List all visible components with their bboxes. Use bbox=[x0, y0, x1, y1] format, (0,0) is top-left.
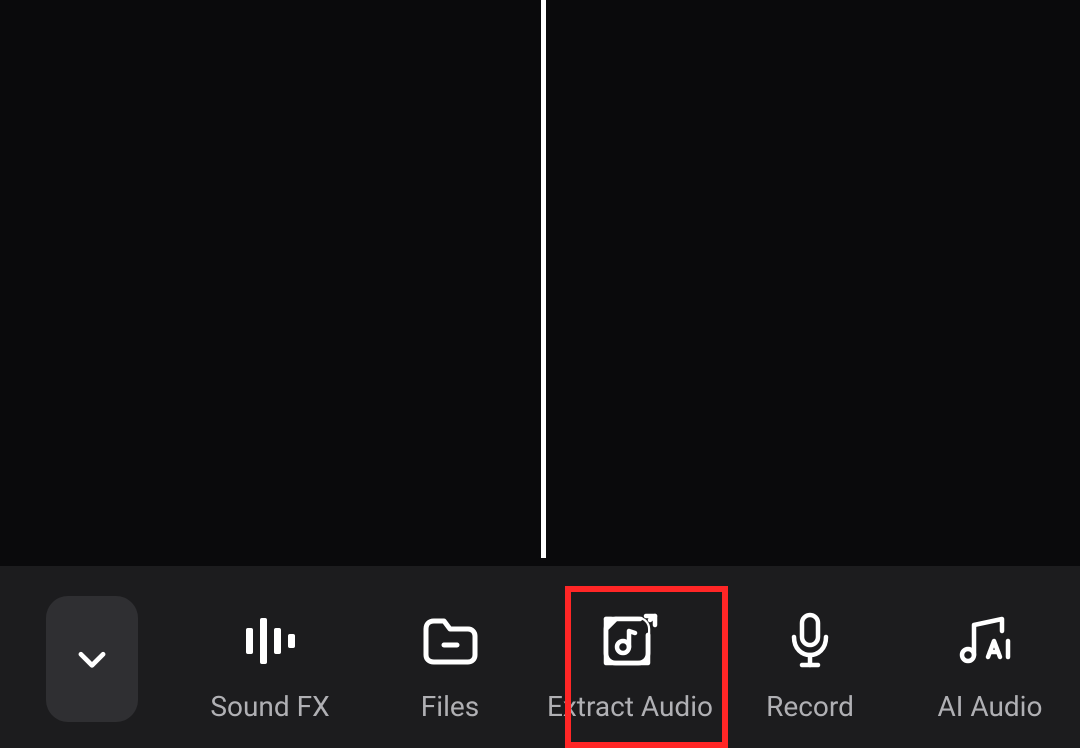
playhead[interactable] bbox=[541, 0, 546, 558]
sound-fx-button[interactable]: Sound FX bbox=[184, 606, 357, 724]
microphone-icon bbox=[788, 606, 832, 676]
files-button[interactable]: Files bbox=[364, 606, 537, 724]
audio-toolbar: Sound FX Files bbox=[0, 566, 1080, 748]
toolbar-items: Sound FX Files bbox=[180, 566, 1080, 748]
timeline-area[interactable] bbox=[0, 0, 1080, 566]
ai-audio-button[interactable]: AI Audio bbox=[904, 606, 1077, 724]
record-button[interactable]: Record bbox=[724, 606, 897, 724]
extract-audio-button[interactable]: Extract Audio bbox=[544, 606, 717, 724]
ai-audio-icon bbox=[958, 606, 1022, 676]
files-label: Files bbox=[421, 690, 479, 724]
extract-audio-icon bbox=[600, 606, 660, 676]
waveform-icon bbox=[240, 606, 300, 676]
record-label: Record bbox=[766, 690, 854, 724]
ai-audio-label: AI Audio bbox=[938, 690, 1043, 724]
collapse-button[interactable] bbox=[46, 596, 138, 722]
sound-fx-label: Sound FX bbox=[210, 690, 329, 724]
folder-icon bbox=[420, 606, 480, 676]
chevron-down-icon bbox=[73, 640, 111, 678]
extract-audio-label: Extract Audio bbox=[547, 690, 713, 724]
